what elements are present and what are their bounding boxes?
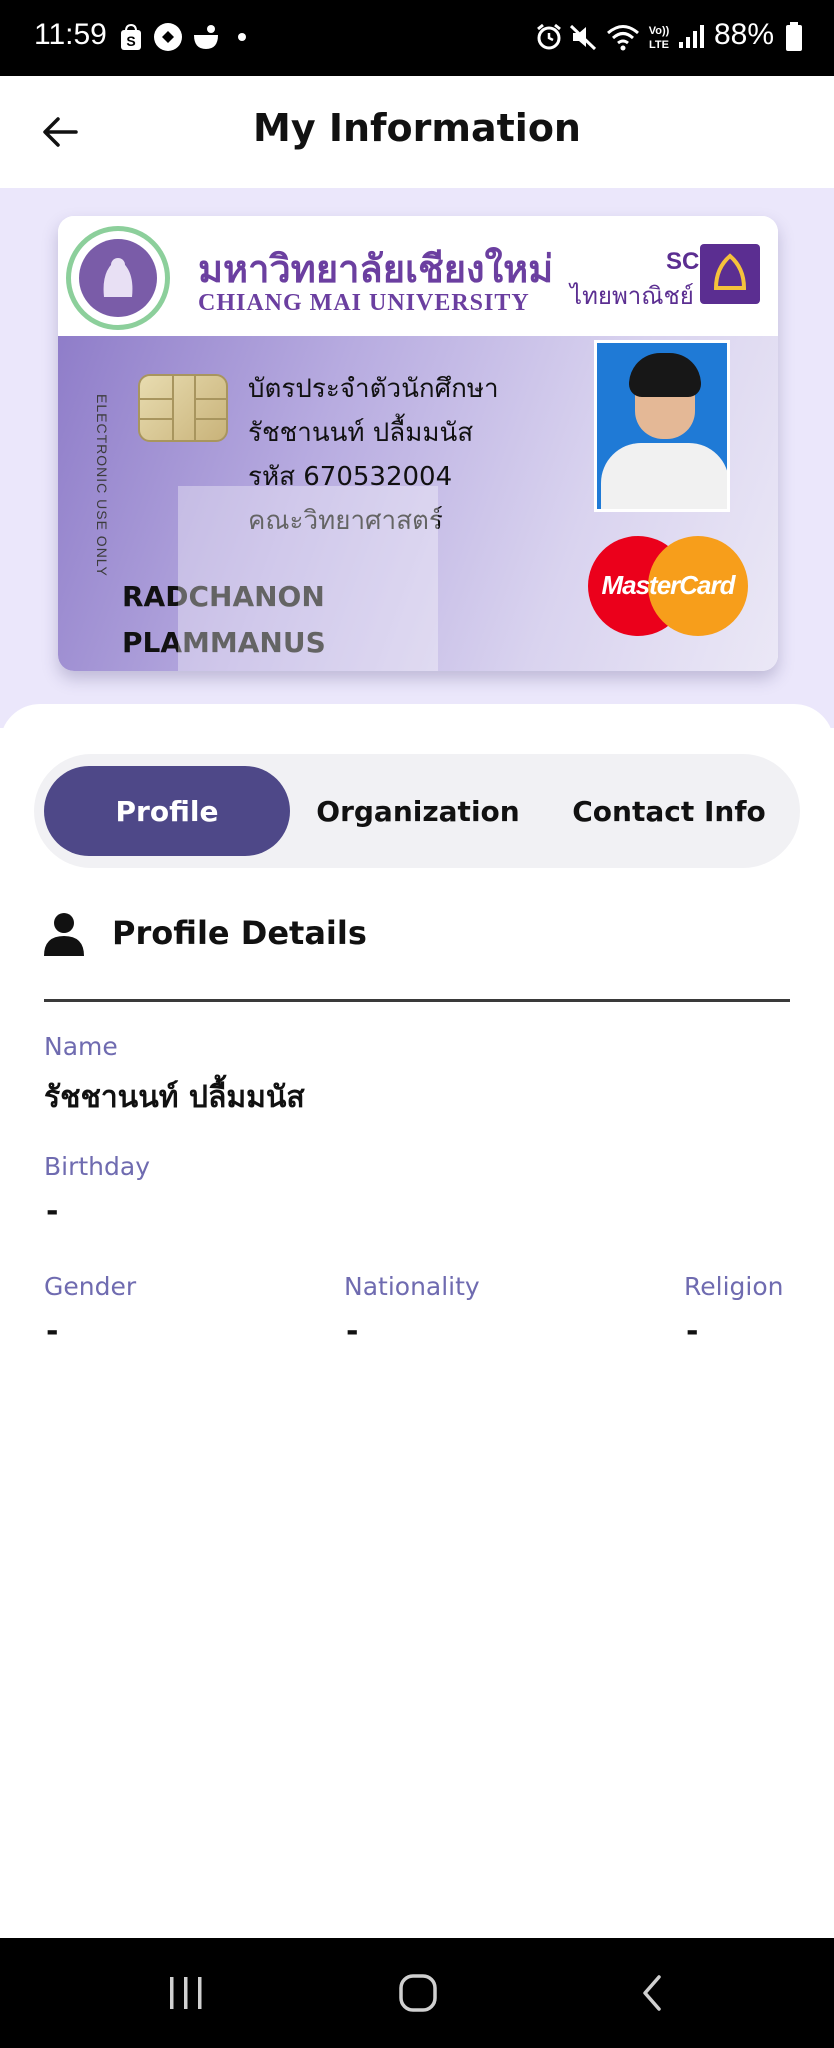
card-name-en-first: RADCHANON: [122, 580, 325, 613]
tab-organization[interactable]: Organization: [298, 766, 538, 856]
bank-logo: [700, 244, 760, 304]
tab-contact-info[interactable]: Contact Info: [546, 766, 792, 856]
religion-value: -: [686, 1314, 699, 1349]
profile-sheet: Profile Organization Contact Info Profil…: [0, 704, 834, 1938]
bank-name-th: ไทยพาณิชย์: [570, 282, 694, 310]
chip-icon: [138, 374, 228, 442]
mastercard-logo: MasterCard: [588, 536, 748, 636]
card-line-type: บัตรประจำตัวนักศึกษา: [248, 374, 499, 404]
svg-text:Vo)): Vo)): [649, 25, 670, 37]
nationality-value: -: [346, 1314, 359, 1349]
status-time: 11:59: [34, 18, 107, 51]
person-icon: [44, 913, 84, 956]
svg-text:LTE: LTE: [649, 39, 669, 51]
volte-icon: Vo)) LTE: [644, 20, 674, 54]
recents-button[interactable]: [146, 1963, 226, 2023]
student-card-area: มหาวิทยาลัยเชียงใหม่ CHIANG MAI UNIVERSI…: [0, 188, 834, 728]
app-bar: My Information: [0, 76, 834, 188]
tab-bar: Profile Organization Contact Info: [34, 754, 800, 868]
card-network: MasterCard: [601, 570, 735, 600]
shopee-icon: S: [118, 20, 144, 54]
recents-icon: [170, 1977, 202, 2009]
student-photo: [594, 340, 730, 512]
status-bar: 11:59 S Vo)) LTE 88%: [0, 0, 834, 76]
card-line-faculty: คณะวิทยาศาสตร์: [248, 506, 443, 536]
svg-text:S: S: [126, 33, 135, 49]
battery-icon: [784, 20, 804, 54]
card-vertical-text: ELECTRONIC USE ONLY: [94, 394, 110, 577]
birthday-label: Birthday: [44, 1152, 151, 1181]
card-name-en-last: PLAMMANUS: [122, 626, 326, 659]
home-icon: [399, 1974, 437, 2012]
gender-value: -: [46, 1314, 59, 1349]
home-button[interactable]: [378, 1963, 458, 2023]
university-seal-logo: [66, 226, 170, 330]
gender-label: Gender: [44, 1272, 137, 1301]
alarm-icon: [534, 20, 564, 54]
section-header: Profile Details: [44, 906, 790, 1002]
tab-profile[interactable]: Profile: [44, 766, 290, 856]
card-line-name: รัชชานนท์ ปลื้มมนัส: [248, 418, 474, 448]
signal-icon: [676, 20, 706, 54]
name-value: รัชชานนท์ ปลื้มมนัส: [44, 1080, 305, 1115]
mute-icon: [568, 20, 598, 54]
nationality-label: Nationality: [344, 1272, 480, 1301]
card-body: ELECTRONIC USE ONLY บัตรประจำตัวนักศึกษา…: [58, 336, 778, 671]
university-name-en: CHIANG MAI UNIVERSITY: [198, 290, 530, 316]
nav-back-button[interactable]: [612, 1963, 692, 2023]
card-line-id: รหัส 670532004: [248, 462, 453, 492]
birthday-value: -: [46, 1194, 59, 1229]
student-id-card: มหาวิทยาลัยเชียงใหม่ CHIANG MAI UNIVERSI…: [58, 216, 778, 671]
card-header: มหาวิทยาลัยเชียงใหม่ CHIANG MAI UNIVERSI…: [58, 216, 778, 336]
wifi-icon: [606, 20, 640, 54]
app-icon: [152, 20, 184, 54]
name-label: Name: [44, 1032, 118, 1061]
battery-text: 88%: [714, 18, 775, 51]
dot-icon: [236, 20, 248, 54]
page-title: My Information: [253, 106, 581, 150]
bowl-icon: [190, 20, 222, 54]
system-nav-bar: [0, 1938, 834, 2048]
section-title: Profile Details: [112, 914, 367, 952]
religion-label: Religion: [684, 1272, 784, 1301]
back-chevron-icon: [643, 1975, 661, 2011]
